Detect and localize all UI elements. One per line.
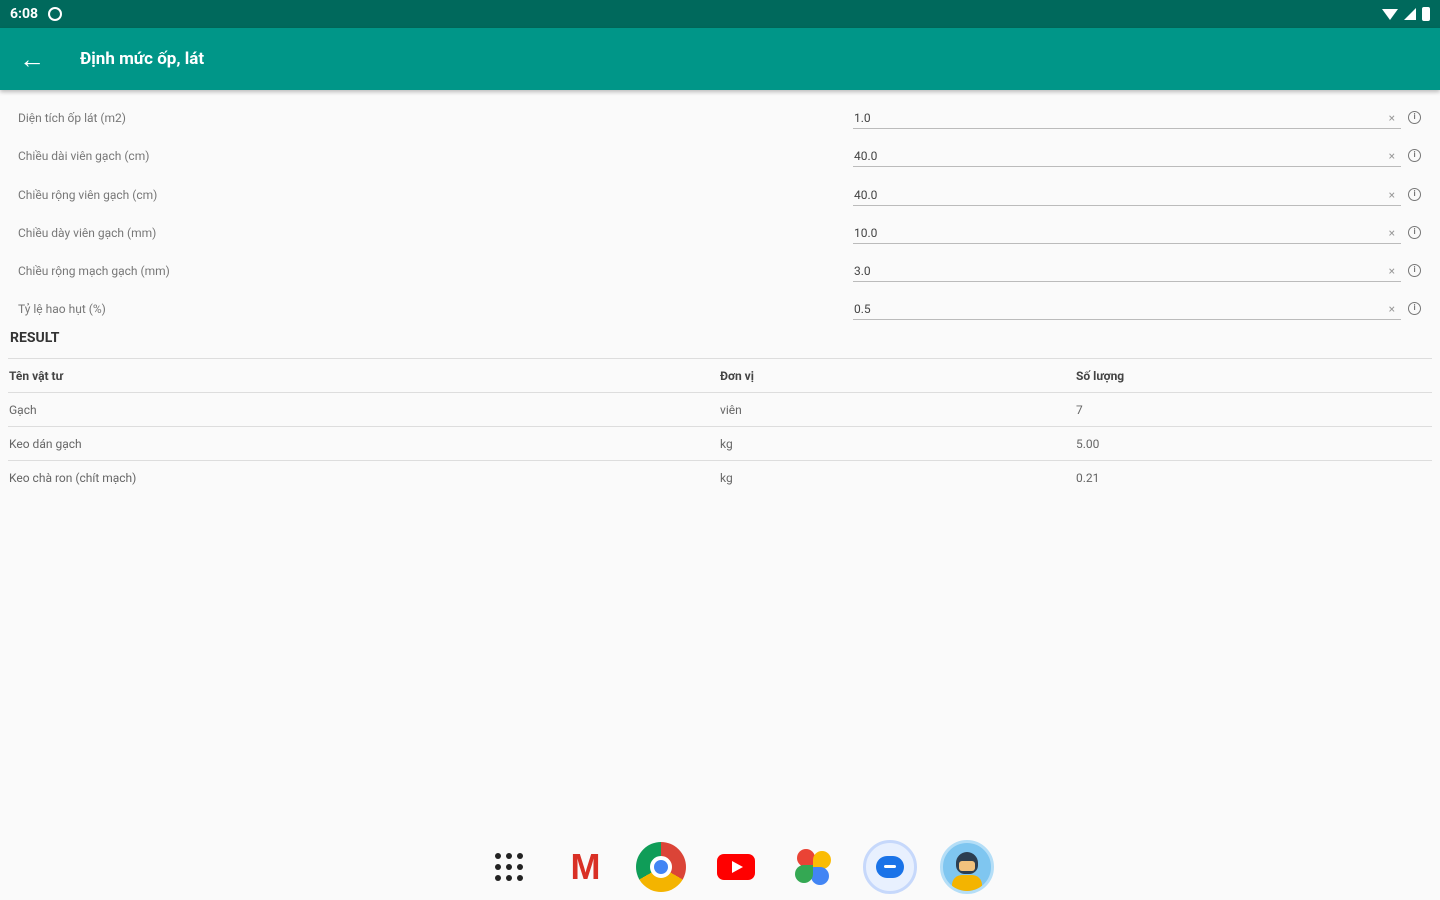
field-value: 1.0 [854, 111, 871, 125]
clear-icon[interactable]: × [1389, 188, 1395, 202]
info-icon[interactable]: i [1408, 302, 1421, 316]
table-row: Gạch viên 7 [8, 392, 1432, 426]
battery-icon [1422, 7, 1430, 21]
arrow-back-icon: ← [19, 44, 45, 75]
form-row: Chiều rộng viên gạch (cm) 40.0 × i [0, 175, 1440, 213]
waste-rate-input[interactable]: 0.5 × [853, 300, 1401, 321]
table-header: Tên vật tư Đơn vị Số lượng [8, 358, 1432, 392]
info-icon[interactable]: i [1408, 264, 1421, 278]
info-icon[interactable]: i [1408, 111, 1421, 124]
cell-unit: viên [720, 403, 742, 417]
cell-unit: kg [720, 471, 733, 485]
gmail-icon[interactable]: M [559, 840, 613, 894]
launcher-dock: M [470, 838, 1005, 896]
result-title: RESULT [10, 330, 60, 346]
cell-unit: kg [720, 437, 733, 451]
cell-material: Keo dán gạch [9, 437, 82, 451]
photos-icon[interactable] [786, 840, 840, 894]
field-label: Chiều rộng mạch gạch (mm) [18, 264, 170, 279]
form-row: Tỷ lệ hao hụt (%) 0.5 × i [0, 289, 1440, 327]
form-row: Chiều rộng mạch gạch (mm) 3.0 × i [0, 251, 1440, 289]
info-icon[interactable]: i [1408, 187, 1421, 201]
app-bar: ← Định mức ốp, lát [0, 28, 1440, 90]
cell-quantity: 0.21 [1076, 471, 1100, 485]
chrome-icon[interactable] [635, 842, 686, 892]
avatar-app-icon[interactable] [939, 840, 994, 894]
column-header-quantity: Số lượng [1076, 369, 1125, 383]
status-bar: 6:08 [0, 0, 1440, 28]
column-header-material: Tên vật tư [9, 369, 63, 383]
cell-quantity: 7 [1076, 403, 1083, 417]
field-value: 40.0 [854, 149, 878, 164]
status-icons [1382, 7, 1430, 21]
field-value: 3.0 [854, 264, 871, 279]
tile-thickness-input[interactable]: 10.0 × [853, 224, 1401, 244]
form-row: Diện tích ốp lát (m2) 1.0 × i [0, 98, 1440, 136]
signal-icon [1404, 8, 1416, 20]
cell-quantity: 5.00 [1076, 437, 1100, 451]
clear-icon[interactable]: × [1389, 111, 1395, 125]
tile-length-input[interactable]: 40.0 × [853, 147, 1401, 168]
gmail-glyph: M [570, 846, 601, 887]
messages-icon[interactable] [862, 840, 917, 894]
table-row: Keo chà ron (chít mạch) kg 0.21 [8, 460, 1432, 494]
area-input[interactable]: 1.0 × [853, 109, 1401, 129]
column-header-unit: Đơn vị [720, 369, 754, 383]
form-row: Chiều dày viên gạch (mm) 10.0 × i [0, 213, 1440, 251]
clear-icon[interactable]: × [1389, 302, 1395, 316]
joint-width-input[interactable]: 3.0 × [853, 262, 1401, 283]
info-icon[interactable]: i [1408, 149, 1421, 163]
result-table: Tên vật tư Đơn vị Số lượng Gạch viên 7 K… [8, 358, 1432, 494]
cell-material: Gạch [9, 403, 37, 417]
input-form: Diện tích ốp lát (m2) 1.0 × i Chiều dài … [0, 98, 1440, 328]
field-value: 10.0 [854, 225, 878, 240]
page-title: Định mức ốp, lát [80, 49, 205, 69]
field-label: Chiều dài viên gạch (cm) [18, 149, 150, 164]
clear-icon[interactable]: × [1389, 149, 1395, 163]
field-label: Diện tích ốp lát (m2) [18, 111, 126, 125]
field-label: Chiều dày viên gạch (mm) [18, 225, 157, 240]
wifi-icon [1382, 8, 1398, 20]
info-icon[interactable]: i [1408, 225, 1421, 239]
clear-icon[interactable]: × [1389, 226, 1395, 240]
notification-icon [48, 7, 63, 21]
youtube-icon[interactable] [709, 840, 763, 894]
status-time: 6:08 [10, 6, 39, 22]
form-row: Chiều dài viên gạch (cm) 40.0 × i [0, 136, 1440, 174]
tile-width-input[interactable]: 40.0 × [853, 186, 1401, 206]
table-row: Keo dán gạch kg 5.00 [8, 426, 1432, 460]
back-button[interactable]: ← [0, 28, 64, 90]
app-drawer-icon[interactable] [482, 840, 536, 894]
field-value: 0.5 [854, 302, 871, 317]
clear-icon[interactable]: × [1389, 264, 1395, 278]
cell-material: Keo chà ron (chít mạch) [9, 471, 137, 485]
field-label: Chiều rộng viên gạch (cm) [18, 187, 158, 202]
field-value: 40.0 [854, 187, 878, 202]
field-label: Tỷ lệ hao hụt (%) [18, 302, 106, 317]
